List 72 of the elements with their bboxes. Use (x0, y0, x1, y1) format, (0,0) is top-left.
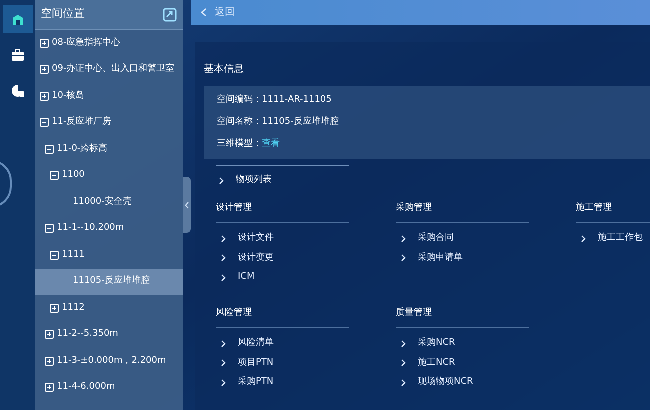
menu-link[interactable]: 采购申请单 (418, 252, 463, 265)
menu-link[interactable]: 现场物项NCR (418, 376, 474, 390)
group-title: 采购管理 (396, 202, 529, 223)
collapse-icon[interactable] (50, 171, 59, 180)
item-list-link[interactable]: 物项列表 (236, 174, 272, 188)
tree-item[interactable]: 08-应急指挥中心 (35, 30, 183, 56)
tree-item[interactable]: 11-0-跨标高 (35, 136, 183, 162)
collapse-icon[interactable] (50, 250, 59, 260)
tree-item[interactable]: 11-3-±0.000m，2.200m (35, 348, 183, 374)
field-label: 空间名称： (217, 116, 262, 129)
chevron-icon (401, 359, 406, 368)
section-title: 基本信息 (203, 62, 245, 77)
tree-item[interactable]: 11-2--5.350m (35, 322, 183, 348)
tree-item[interactable]: 11000-安全壳 (35, 189, 183, 216)
group-title: 设计管理 (216, 202, 349, 223)
locate-icon[interactable] (163, 8, 177, 22)
chevron-icon (401, 378, 406, 387)
group-title: 质量管理 (396, 306, 529, 328)
menu-link[interactable]: 采购NCR (418, 337, 456, 350)
nav-rail-button[interactable] (2, 5, 32, 33)
chevron-icon (219, 176, 224, 185)
chevron-icon (221, 340, 226, 348)
menu-link[interactable]: 施工工作包 (598, 232, 643, 246)
chevron-icon (401, 254, 406, 262)
chevron-icon (221, 359, 226, 368)
expand-icon[interactable] (45, 356, 54, 366)
chevron-icon (401, 234, 406, 243)
tree-item[interactable]: 10-核岛 (35, 83, 183, 110)
expand-icon[interactable] (40, 92, 49, 101)
expand-icon[interactable] (50, 304, 59, 313)
menu-link[interactable]: 设计文件 (238, 232, 274, 246)
back-chevron-icon[interactable] (201, 8, 207, 17)
chevron-icon (221, 254, 226, 262)
pie-chart-icon (10, 84, 24, 98)
tree-item[interactable]: 1100 (35, 162, 183, 189)
menu-link[interactable]: 采购PTN (238, 376, 274, 390)
tree-item[interactable]: 1112 (35, 295, 183, 322)
chevron-icon (221, 234, 226, 243)
chevron-icon (221, 378, 226, 387)
expand-icon[interactable] (45, 383, 54, 392)
collapse-icon[interactable] (40, 118, 49, 128)
menu-link[interactable]: 采购合同 (418, 232, 454, 246)
group-title: 施工管理 (576, 202, 650, 223)
menu-link[interactable]: 风险清单 (238, 337, 274, 350)
field-label: 空间编码： (217, 94, 262, 107)
chevron-icon (221, 274, 226, 282)
tree-item[interactable]: 11-4-6.000m (35, 374, 183, 401)
group-title: 风险管理 (216, 306, 349, 328)
tree-item[interactable]: 1111 (35, 242, 183, 268)
building-icon (10, 12, 24, 26)
collapse-icon[interactable] (45, 144, 54, 154)
menu-link[interactable]: 施工NCR (418, 356, 456, 370)
field-value: 11105-反应堆堆腔 (262, 116, 339, 129)
field-label: 三维模型： (217, 138, 262, 150)
expand-icon[interactable] (45, 330, 54, 340)
chevron-left-icon (185, 202, 189, 208)
tree-item[interactable]: 11-反应堆厂房 (35, 110, 183, 136)
expand-icon[interactable] (40, 38, 49, 48)
tree-item[interactable]: 09-办证中心、出入口和警卫室 (35, 56, 183, 83)
menu-link[interactable]: 设计变更 (238, 252, 274, 265)
tree-item[interactable]: 11105-反应堆堆腔 (35, 268, 183, 295)
menu-link[interactable]: 项目PTN (238, 356, 274, 370)
expand-icon[interactable] (40, 65, 49, 74)
tree-item[interactable]: 11-1--10.200m (35, 216, 183, 242)
briefcase-icon (10, 48, 24, 62)
sidebar-title: 空间位置 (41, 6, 85, 22)
chevron-icon (581, 234, 586, 243)
menu-link[interactable]: ICM (238, 271, 255, 284)
chevron-icon (401, 340, 406, 348)
view-link[interactable]: 查看 (262, 138, 280, 151)
collapse-icon[interactable] (45, 224, 54, 234)
field-value: 1111-AR-11105 (262, 94, 332, 107)
